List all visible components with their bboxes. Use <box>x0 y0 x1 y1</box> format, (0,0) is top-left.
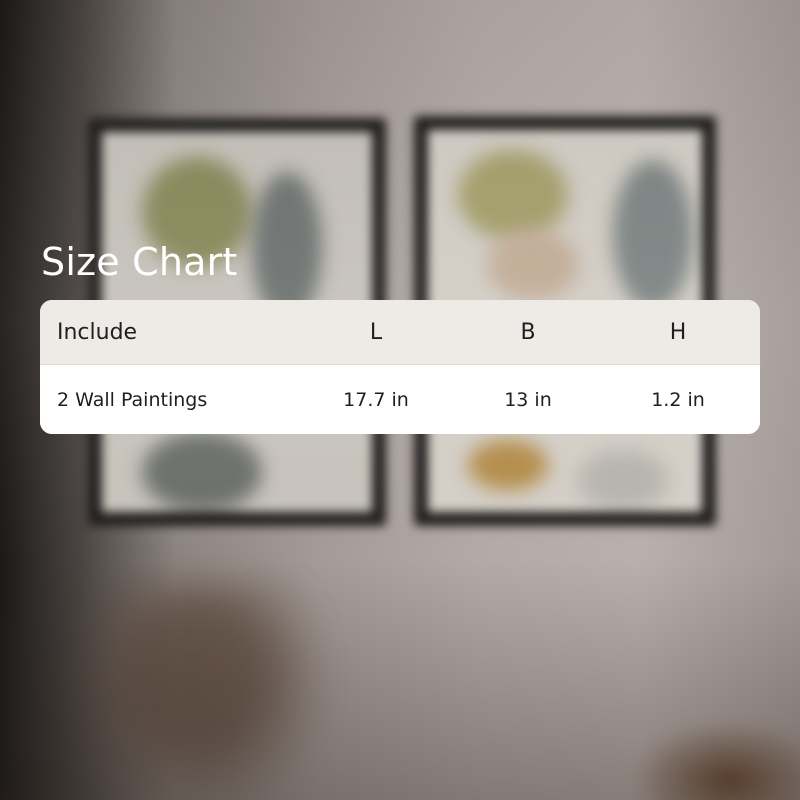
table-row: 2 Wall Paintings 17.7 in 13 in 1.2 in <box>40 365 760 434</box>
size-table: Include L B H 2 Wall Paintings 17.7 in 1… <box>40 300 760 434</box>
cell-height: 1.2 in <box>651 388 705 411</box>
cell-breadth: 13 in <box>504 388 552 411</box>
header-length: L <box>369 319 383 345</box>
cell-length: 17.7 in <box>343 388 409 411</box>
table-header-row: Include L B H <box>40 300 760 365</box>
header-include: Include <box>57 319 138 345</box>
header-height: H <box>669 319 687 345</box>
size-chart-title: Size Chart <box>41 240 238 284</box>
cell-include: 2 Wall Paintings <box>57 388 208 411</box>
header-breadth: B <box>520 319 536 345</box>
